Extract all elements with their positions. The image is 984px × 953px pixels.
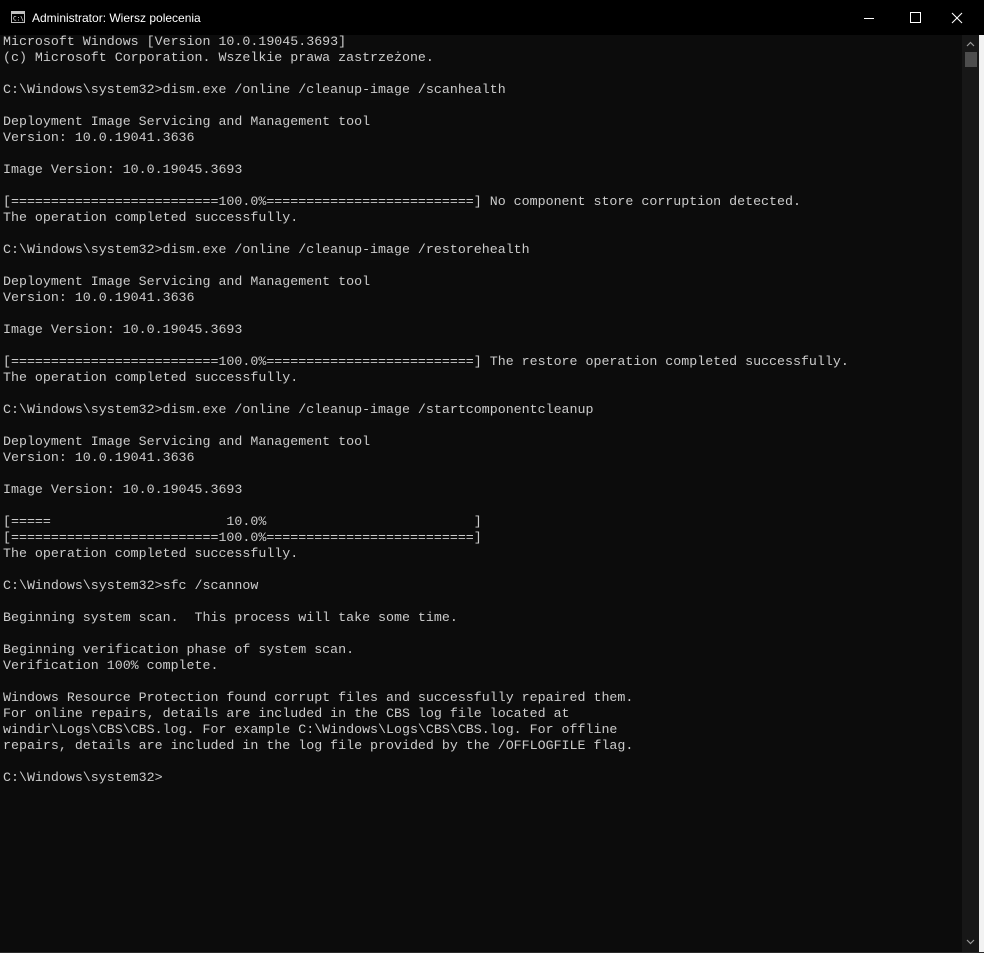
minimize-button[interactable]	[846, 0, 892, 35]
vertical-scrollbar[interactable]	[962, 35, 979, 953]
console-output-area[interactable]: Microsoft Windows [Version 10.0.19045.36…	[0, 35, 962, 953]
console-text: Microsoft Windows [Version 10.0.19045.36…	[3, 35, 849, 785]
scroll-up-arrow-icon	[966, 41, 975, 47]
scroll-down-arrow-icon	[966, 939, 975, 945]
background-window-edge	[979, 35, 984, 953]
svg-text:C:\: C:\	[13, 16, 24, 23]
close-button[interactable]	[938, 0, 984, 35]
title-bar[interactable]: C:\ Administrator: Wiersz polecenia	[0, 0, 984, 35]
scroll-down-button[interactable]	[962, 933, 979, 950]
maximize-button[interactable]	[892, 0, 938, 35]
maximize-icon	[910, 12, 921, 23]
minimize-icon	[864, 18, 874, 19]
cmd-window: C:\ Administrator: Wiersz polecenia Micr…	[0, 0, 984, 953]
close-icon	[951, 12, 963, 24]
cmd-icon: C:\	[11, 11, 25, 23]
scroll-up-button[interactable]	[962, 36, 979, 53]
scroll-thumb[interactable]	[965, 52, 977, 67]
window-title: Administrator: Wiersz polecenia	[32, 11, 201, 25]
